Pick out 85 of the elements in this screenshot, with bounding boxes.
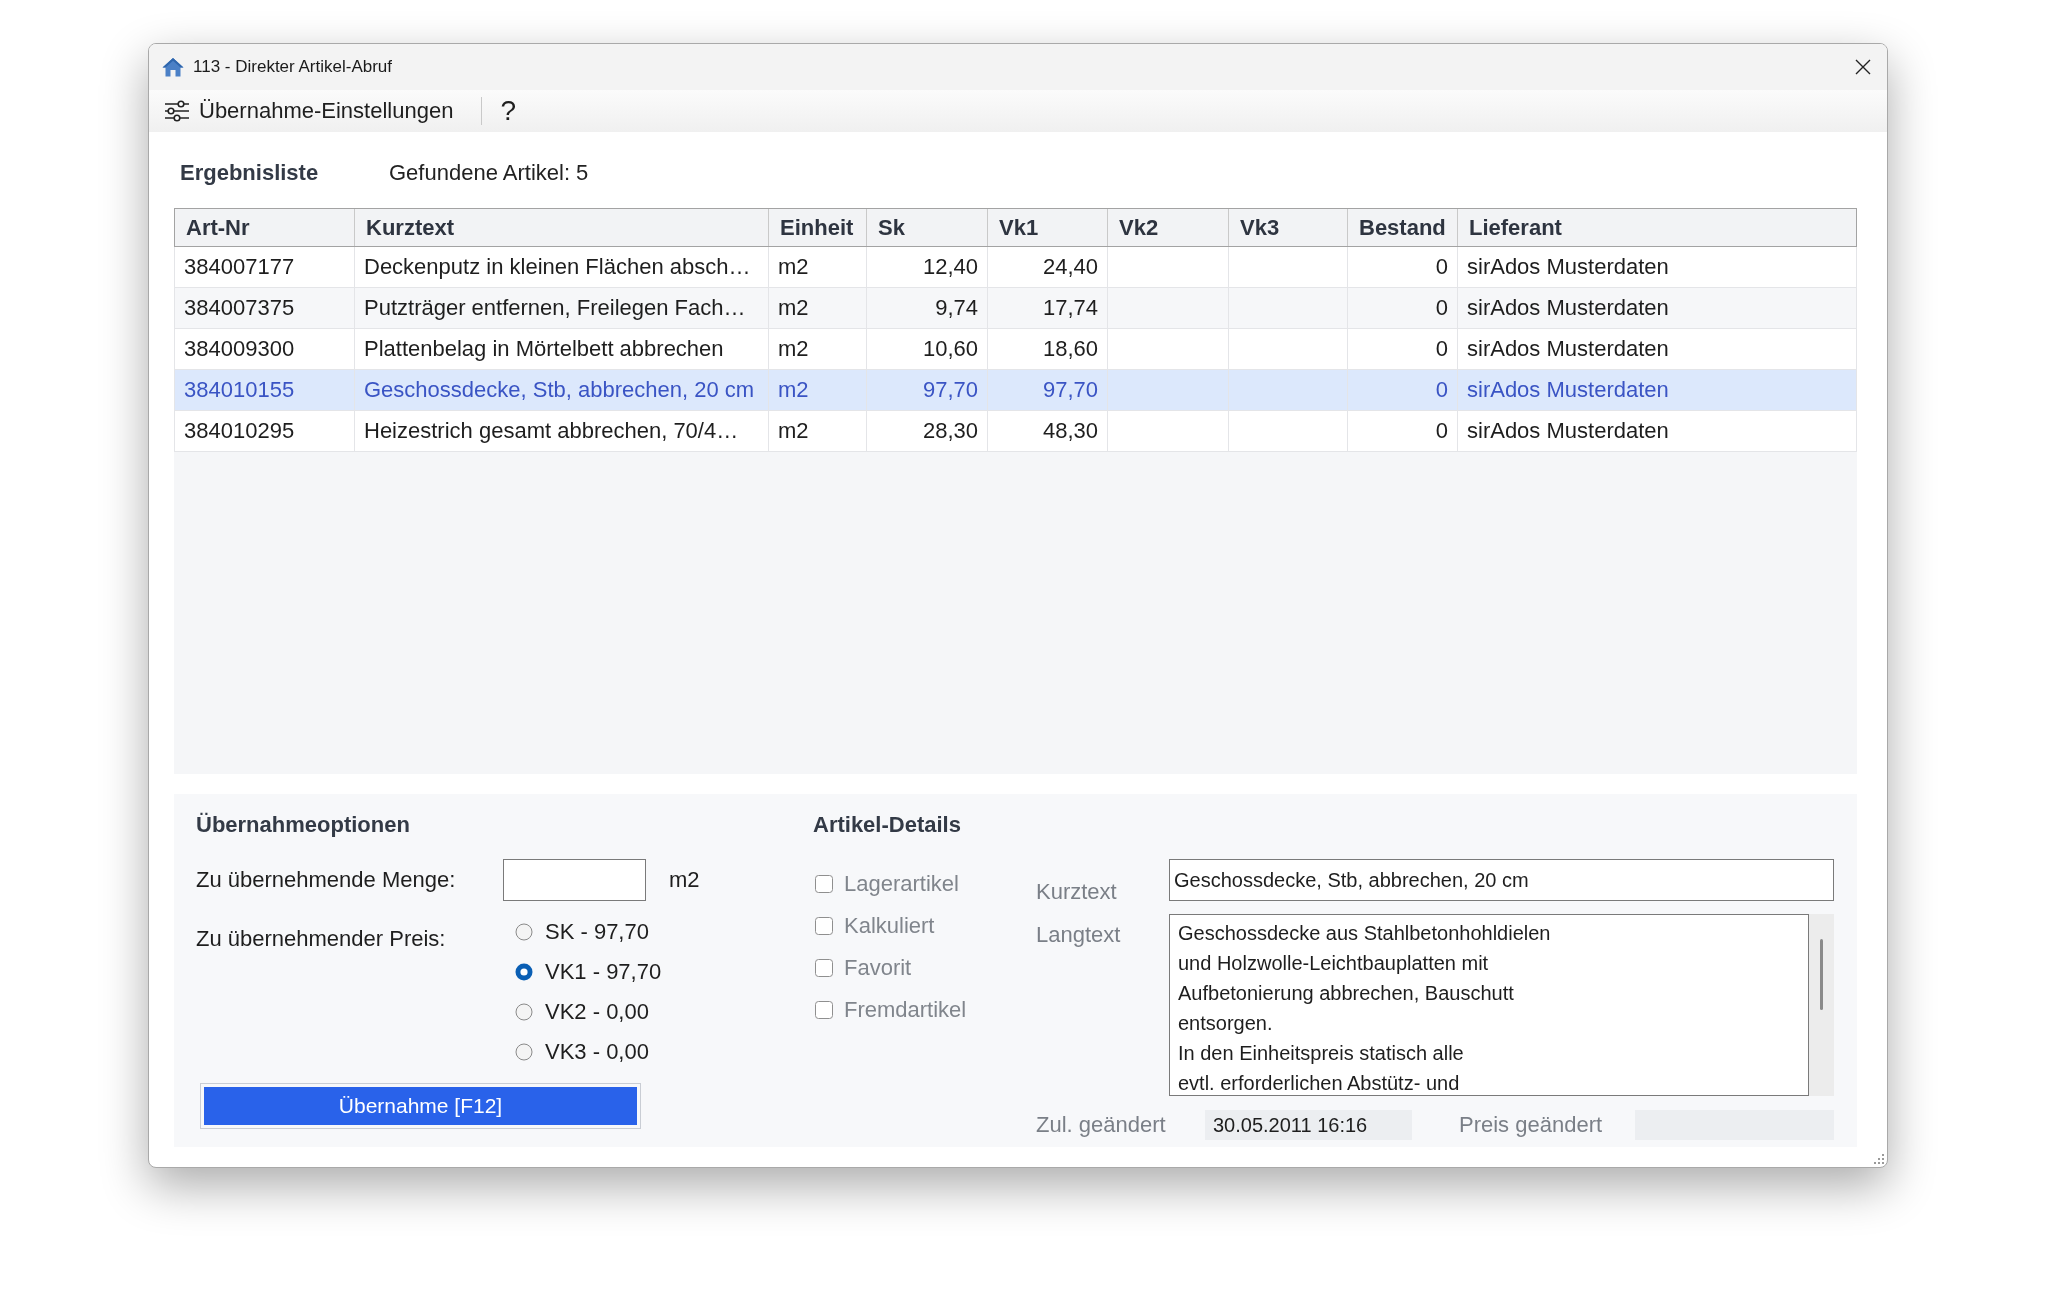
sliders-icon	[164, 100, 190, 122]
option-label: VK2 - 0,00	[545, 999, 649, 1025]
date-field: 30.05.2011 16:16	[1205, 1110, 1412, 1140]
column-header[interactable]: Sk	[867, 209, 988, 246]
unit-label: m2	[669, 867, 700, 893]
table-cell: 97,70	[867, 370, 988, 410]
table-cell: 48,30	[988, 411, 1108, 451]
table-cell: m2	[769, 329, 867, 369]
table-row[interactable]: 384010295 Heizestrich gesamt abbrechen, 70/4… m2 28,30 48,30 0 sirAdos Musterdaten	[174, 411, 1857, 452]
field-label: Preis geändert	[1459, 1112, 1604, 1138]
langtext-field[interactable]: Geschossdecke aus Stahlbetonhohldielen und Holzwolle-Leichtbauplatten mit Aufbetonierung abbrechen, Bauschutt entsorgen. In den Einheitspreis statisch alle evtl. erforderlichen Abstütz- und	[1169, 914, 1809, 1096]
table-cell: 17,74	[988, 288, 1108, 328]
home-icon	[162, 57, 184, 77]
table-cell-text: sirAdos Musterdaten	[1466, 294, 1670, 322]
table-cell: 384009300	[175, 329, 355, 369]
table-cell: m2	[769, 411, 867, 451]
table-cell: 0	[1348, 329, 1458, 369]
option-label: VK1 - 97,70	[545, 959, 662, 985]
radio-button[interactable]	[515, 1003, 533, 1021]
result-count: Gefundene Artikel: 5	[389, 160, 589, 186]
column-header[interactable]: Vk1	[988, 209, 1108, 246]
checkbox-label: Lagerartikel	[844, 871, 959, 897]
table-cell: Geschossdecke, Stb, abbrechen, 20 cm	[355, 370, 769, 410]
table-cell: Deckenputz in kleinen Flächen absch…	[355, 247, 769, 287]
table-cell: 97,70	[988, 370, 1108, 410]
table-cell: 24,40	[988, 247, 1108, 287]
table-cell-text: sirAdos Musterdaten	[1466, 417, 1670, 445]
quantity-field[interactable]	[503, 859, 646, 901]
submit-button[interactable]: Übernahme [F12]	[200, 1083, 641, 1129]
table-cell: 28,30	[867, 411, 988, 451]
table-row[interactable]: 384010155 Geschossdecke, Stb, abbrechen, 20 cm m2 97,70 97,70 0 sirAdos Musterdaten	[174, 370, 1857, 411]
table-cell: m2	[769, 247, 867, 287]
section-heading: Ergebnisliste	[180, 160, 320, 186]
checkbox-label: Favorit	[844, 955, 912, 981]
resize-grip-icon[interactable]	[1874, 1154, 1884, 1164]
kurztext-field[interactable]: Geschossdecke, Stb, abbrechen, 20 cm	[1169, 859, 1834, 901]
table-row[interactable]: 384009300 Plattenbelag in Mörtelbett abbrechen m2 10,60 18,60 0 sirAdos Musterdaten	[174, 329, 1857, 370]
table-cell: 384010155	[175, 370, 355, 410]
table-cell: 9,74	[867, 288, 988, 328]
column-header[interactable]: Kurztext	[355, 209, 769, 246]
option-label: SK - 97,70	[545, 919, 649, 945]
window-title: 113 - Direkter Artikel-Abruf	[193, 57, 393, 77]
column-header[interactable]: Bestand	[1348, 209, 1458, 246]
column-header[interactable]: Einheit	[769, 209, 867, 246]
field-label: Langtext	[1036, 922, 1121, 948]
table-cell-text: sirAdos Musterdaten	[1466, 335, 1670, 363]
table-cell: 384010295	[175, 411, 355, 451]
table-cell: 0	[1348, 288, 1458, 328]
checkbox-label: Kalkuliert	[844, 913, 935, 939]
table-cell: m2	[769, 370, 867, 410]
field-label: Zul. geändert	[1036, 1112, 1167, 1138]
column-header[interactable]: Vk2	[1108, 209, 1229, 246]
table-cell: 0	[1348, 370, 1458, 410]
column-header[interactable]: Art-Nr	[175, 209, 355, 246]
table-cell-text: sirAdos Musterdaten	[1466, 376, 1670, 404]
field-label: Zu übernehmende Menge:	[196, 867, 457, 893]
table-cell: Plattenbelag in Mörtelbett abbrechen	[355, 329, 769, 369]
table-cell-text: sirAdos Musterdaten	[1466, 253, 1670, 281]
table-cell: Heizestrich gesamt abbrechen, 70/4…	[355, 411, 769, 451]
radio-button[interactable]	[515, 1043, 533, 1061]
checkbox-label: Fremdartikel	[844, 997, 967, 1023]
radio-button[interactable]	[515, 963, 533, 981]
table-row[interactable]: 384007177 Deckenputz in kleinen Flächen absch… m2 12,40 24,40 0 sirAdos Musterdaten	[174, 247, 1857, 288]
section-heading: Artikel-Details	[813, 812, 961, 838]
table-cell: Putzträger entfernen, Freilegen Fach…	[355, 288, 769, 328]
table-cell: 18,60	[988, 329, 1108, 369]
option-label: VK3 - 0,00	[545, 1039, 649, 1065]
table-cell: m2	[769, 288, 867, 328]
table-cell: 384007177	[175, 247, 355, 287]
table-row[interactable]: 384007375 Putzträger entfernen, Freilegen Fach… m2 9,74 17,74 0 sirAdos Musterdaten	[174, 288, 1857, 329]
close-icon	[1855, 59, 1871, 75]
field-label: Kurztext	[1036, 879, 1117, 905]
settings-button[interactable]: Übernahme-Einstellungen	[160, 92, 458, 130]
scrollbar[interactable]	[1809, 914, 1834, 1096]
table-cell: 10,60	[867, 329, 988, 369]
table-cell: 12,40	[867, 247, 988, 287]
section-heading: Übernahmeoptionen	[196, 812, 410, 838]
radio-button[interactable]	[515, 923, 533, 941]
column-header[interactable]: Lieferant	[1458, 209, 1856, 246]
field-label: Zu übernehmender Preis:	[196, 925, 447, 952]
table-cell: 384007375	[175, 288, 355, 328]
table-cell: 0	[1348, 411, 1458, 451]
table-cell: 0	[1348, 247, 1458, 287]
column-header[interactable]: Vk3	[1229, 209, 1348, 246]
help-button[interactable]: ?	[494, 92, 522, 130]
